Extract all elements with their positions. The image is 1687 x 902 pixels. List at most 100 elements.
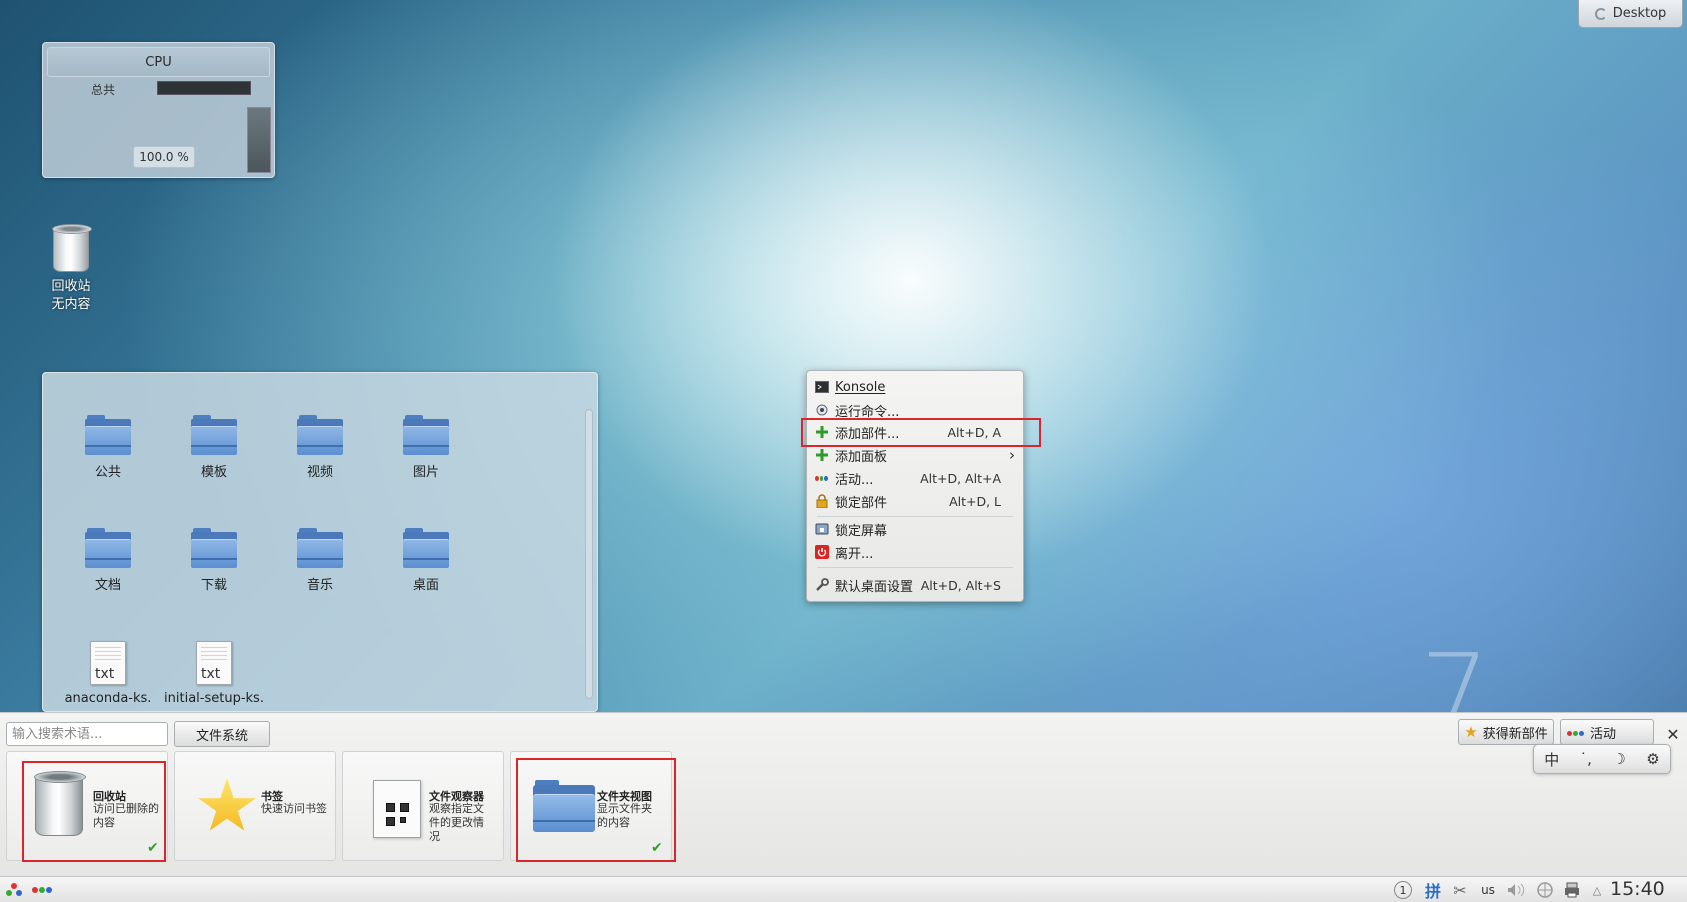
get-new-widgets-button[interactable]: ★ 获得新部件 <box>1458 719 1554 745</box>
menu-item-leave[interactable]: 离开... <box>811 541 1021 563</box>
filter-filesystem-button[interactable]: 文件系统 <box>174 721 270 747</box>
wrench-icon <box>815 578 829 592</box>
gear-icon[interactable]: ⚙ <box>1646 750 1659 768</box>
folder-view-widget[interactable]: 公共 模板 视频 图片 文档 下载 音乐 桌面 txt anaconda-ks.… <box>42 372 598 712</box>
filter-button-label: 文件系统 <box>195 728 248 744</box>
highlight-box <box>801 418 1041 447</box>
volume-icon[interactable] <box>1504 880 1528 900</box>
trash-icon <box>52 224 92 272</box>
lock-icon <box>815 494 829 508</box>
text-file-icon: txt <box>196 641 232 685</box>
input-mode-chinese-button[interactable]: 中 <box>1544 749 1559 770</box>
folder-label: 下载 <box>200 578 227 593</box>
folder-view-scrollbar[interactable] <box>585 409 593 699</box>
file-label: initial-setup-ks. <box>164 691 264 706</box>
folder-item-downloads[interactable]: 下载 <box>164 528 264 593</box>
file-item-anaconda-ks[interactable]: txt anaconda-ks. <box>58 641 158 706</box>
star-icon <box>198 778 256 831</box>
notifications-icon[interactable]: 1 <box>1394 881 1412 899</box>
folder-icon <box>297 415 343 455</box>
folder-item-templates[interactable]: 模板 <box>164 415 264 480</box>
terminal-icon <box>815 380 829 394</box>
folder-icon <box>403 528 449 568</box>
leave-icon <box>815 545 829 559</box>
desktop-toolbox-button[interactable]: Desktop <box>1578 0 1683 28</box>
get-new-label: 获得新部件 <box>1482 726 1548 742</box>
menu-item-lock-screen[interactable]: 锁定屏幕 <box>811 518 1021 540</box>
folder-icon <box>191 415 237 455</box>
folder-item-public[interactable]: 公共 <box>58 415 158 480</box>
widget-description: 快速访问书签 <box>261 802 327 815</box>
folder-icon <box>403 415 449 455</box>
folder-item-documents[interactable]: 文档 <box>58 528 158 593</box>
tray-expand-icon[interactable]: △ <box>1590 880 1604 900</box>
folder-item-pictures[interactable]: 图片 <box>376 415 476 480</box>
widget-card-bookmarks[interactable]: 书签 快速访问书签 <box>174 751 336 861</box>
folder-label: 模板 <box>200 465 227 480</box>
toolbox-label: Desktop <box>1612 6 1667 21</box>
menu-item-activities[interactable]: 活动... Alt+D, Alt+A <box>811 467 1021 489</box>
pinyin-input-icon[interactable]: 拼 <box>1422 880 1444 901</box>
add-icon <box>815 448 829 462</box>
menu-item-desktop-settings[interactable]: 默认桌面设置 Alt+D, Alt+S <box>811 574 1021 596</box>
close-icon[interactable]: ✕ <box>1664 725 1682 744</box>
folder-label: 桌面 <box>412 578 439 593</box>
toolbox-icon <box>1594 7 1607 20</box>
activities-label: 活动 <box>1590 726 1617 742</box>
printer-icon[interactable] <box>1562 880 1582 900</box>
trash-name: 回收站 <box>51 279 91 294</box>
punctuation-mode-button[interactable]: ˙, <box>1580 750 1592 768</box>
trash-label: 回收站 无内容 <box>42 278 100 314</box>
desktop-context-menu: Konsole 运行命令... 添加部件... Alt+D, A 添加面板 › … <box>806 370 1024 602</box>
activities-icon <box>815 471 829 485</box>
run-command-icon <box>815 403 829 417</box>
cpu-usage-graph <box>247 107 271 173</box>
cpu-total-label: 总共 <box>91 83 116 97</box>
network-icon[interactable] <box>1534 880 1556 900</box>
activities-icon <box>1567 725 1585 740</box>
folder-item-music[interactable]: 音乐 <box>270 528 370 593</box>
menu-item-add-panel[interactable]: 添加面板 › <box>811 444 1021 466</box>
folder-icon <box>85 415 131 455</box>
folder-item-desktop[interactable]: 桌面 <box>376 528 476 593</box>
menu-separator <box>817 567 1013 568</box>
menu-separator <box>817 516 1013 517</box>
moon-icon[interactable]: ☽ <box>1612 750 1625 768</box>
trash-status: 无内容 <box>51 297 91 312</box>
file-watcher-icon <box>373 780 421 838</box>
clock[interactable]: 15:40 <box>1610 878 1665 900</box>
cpu-total-bar <box>157 81 251 95</box>
star-icon: ★ <box>1464 723 1478 741</box>
taskbar: 1 拼 ✂ us △ 15:40 <box>0 876 1687 902</box>
keyboard-layout-indicator[interactable]: us <box>1476 880 1500 900</box>
folder-item-videos[interactable]: 视频 <box>270 415 370 480</box>
menu-item-konsole[interactable]: Konsole <box>811 376 1021 398</box>
lock-screen-icon <box>815 522 829 536</box>
application-launcher-icon[interactable] <box>4 880 24 900</box>
widget-explorer-panel: 文件系统 ★ 获得新部件 活动 ✕ 回收站 访问已删除的内容 ✔ 书签 快速访问… <box>0 712 1687 876</box>
folder-label: 图片 <box>412 465 439 480</box>
file-item-initial-setup-ks[interactable]: txt initial-setup-ks. <box>164 641 264 706</box>
highlight-box <box>516 758 676 862</box>
desktop-trash[interactable]: 回收站 无内容 <box>42 224 100 314</box>
folder-label: 公共 <box>94 465 121 480</box>
activities-button[interactable]: 活动 <box>1560 719 1654 745</box>
folder-label: 文档 <box>94 578 121 593</box>
folder-label: 视频 <box>306 465 333 480</box>
folder-icon <box>297 528 343 568</box>
cpu-monitor-widget[interactable]: CPU 总共 100.0 % <box>42 42 275 178</box>
cpu-percent-value: 100.0 % <box>133 146 195 168</box>
widget-description: 观察指定文件的更改情况 <box>429 802 484 843</box>
activities-icon[interactable] <box>30 880 54 900</box>
folder-label: 音乐 <box>306 578 333 593</box>
klipper-scissors-icon[interactable]: ✂ <box>1450 880 1470 900</box>
cpu-widget-title: CPU <box>47 47 270 77</box>
widget-card-file-watcher[interactable]: 文件观察器 观察指定文件的更改情况 <box>342 751 504 861</box>
folder-icon <box>191 528 237 568</box>
text-file-icon: txt <box>90 641 126 685</box>
widget-search-input[interactable] <box>6 722 168 746</box>
menu-item-lock-widgets[interactable]: 锁定部件 Alt+D, L <box>811 490 1021 512</box>
submenu-arrow-icon: › <box>1009 446 1015 464</box>
input-method-toolbar: 中 ˙, ☽ ⚙ <box>1533 744 1671 774</box>
file-label: anaconda-ks. <box>64 691 152 706</box>
